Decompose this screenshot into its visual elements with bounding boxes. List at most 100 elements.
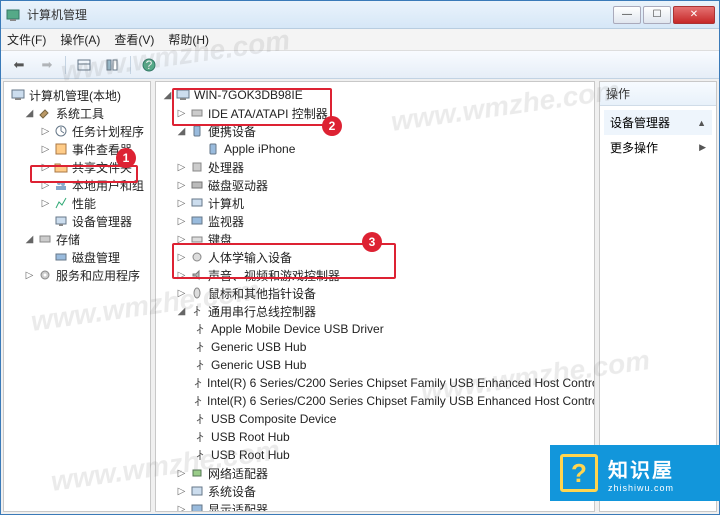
left-item-perf[interactable]: ▷性能 (6, 194, 148, 212)
dev-keyboard[interactable]: ▷键盘 (158, 230, 592, 248)
toolbar-btn-help[interactable]: ? (137, 54, 161, 76)
svg-text:?: ? (146, 58, 153, 72)
dev-display[interactable]: ▷显示适配器 (158, 500, 592, 512)
twisty-icon: ▷ (40, 180, 51, 191)
twisty-icon: ▷ (24, 270, 35, 281)
nav-fwd-button[interactable]: ➡ (35, 54, 59, 76)
tools-icon (37, 105, 53, 121)
usb-icon (192, 429, 208, 445)
window-title: 计算机管理 (27, 6, 611, 23)
dev-computer[interactable]: ▷计算机 (158, 194, 592, 212)
dev-usb-hub[interactable]: Generic USB Hub (158, 356, 592, 374)
twisty-icon: ▷ (40, 162, 51, 173)
ide-icon (189, 105, 205, 121)
storage-icon (37, 231, 53, 247)
twisty-icon: ▷ (40, 144, 51, 155)
left-item-event[interactable]: ▷事件查看器 (6, 140, 148, 158)
computer-icon (189, 195, 205, 211)
logo-question-icon: ? (560, 454, 598, 492)
close-button[interactable]: ✕ (673, 6, 715, 24)
actions-body: 设备管理器 ▲ 更多操作 ▶ (600, 106, 716, 164)
usb-icon (192, 447, 208, 463)
device-tree: ◢WIN-7GOK3DB98IE ▷IDE ATA/ATAPI 控制器 ◢便携设… (156, 82, 594, 512)
keyboard-icon (189, 231, 205, 247)
disk-icon (53, 249, 69, 265)
dev-system[interactable]: ▷系统设备 (158, 482, 592, 500)
toolbar-btn-1[interactable] (72, 54, 96, 76)
left-item-shared[interactable]: ▷共享文件夹 (6, 158, 148, 176)
maximize-button[interactable]: ☐ (643, 6, 671, 24)
dev-sound[interactable]: ▷声音、视频和游戏控制器 (158, 266, 592, 284)
menu-help[interactable]: 帮助(H) (168, 31, 209, 48)
zhishiwu-logo: ? 知识屋 zhishiwu.com (550, 445, 720, 501)
usb-icon (192, 393, 204, 409)
dev-usb-intel1[interactable]: Intel(R) 6 Series/C200 Series Chipset Fa… (158, 374, 592, 392)
dev-disk[interactable]: ▷磁盘驱动器 (158, 176, 592, 194)
actions-more[interactable]: 更多操作 ▶ (604, 135, 712, 160)
toolbar: ⬅ ➡ ? (1, 51, 719, 79)
dev-hid[interactable]: ▷人体学输入设备 (158, 248, 592, 266)
device-root[interactable]: ◢WIN-7GOK3DB98IE (158, 86, 592, 104)
left-group-storage[interactable]: ◢存储 (6, 230, 148, 248)
usb-icon (192, 411, 208, 427)
left-root[interactable]: 计算机管理(本地) (6, 86, 148, 104)
dev-usb-root[interactable]: USB Root Hub (158, 446, 592, 464)
left-pane: 计算机管理(本地) ◢系统工具 ▷任务计划程序 ▷事件查看器 ▷共享文件夹 ▷本… (3, 81, 151, 512)
left-group-services[interactable]: ▷服务和应用程序 (6, 266, 148, 284)
usb-icon (189, 303, 205, 319)
actions-header: 操作 (600, 82, 716, 106)
titlebar: 计算机管理 — ☐ ✕ (1, 1, 719, 29)
left-item-users[interactable]: ▷本地用户和组 (6, 176, 148, 194)
menu-view[interactable]: 查看(V) (114, 31, 154, 48)
chevron-up-icon[interactable]: ▲ (697, 118, 706, 128)
left-item-task[interactable]: ▷任务计划程序 (6, 122, 148, 140)
portable-icon (189, 123, 205, 139)
dev-portable[interactable]: ◢便携设备 (158, 122, 592, 140)
devmgr-icon (53, 213, 69, 229)
actions-section: 设备管理器 ▲ (604, 110, 712, 135)
dev-usb-intel2[interactable]: Intel(R) 6 Series/C200 Series Chipset Fa… (158, 392, 592, 410)
twisty-icon: ◢ (24, 108, 35, 119)
twisty-icon: ▷ (40, 198, 51, 209)
dev-monitor[interactable]: ▷监视器 (158, 212, 592, 230)
monitor-icon (189, 213, 205, 229)
left-tree: 计算机管理(本地) ◢系统工具 ▷任务计划程序 ▷事件查看器 ▷共享文件夹 ▷本… (4, 82, 150, 288)
mouse-icon (189, 285, 205, 301)
sound-icon (189, 267, 205, 283)
toolbar-sep (65, 56, 66, 74)
toolbar-sep (130, 56, 131, 74)
dev-ide[interactable]: ▷IDE ATA/ATAPI 控制器 (158, 104, 592, 122)
dev-network[interactable]: ▷网络适配器 (158, 464, 592, 482)
event-icon (53, 141, 69, 157)
usb-icon (192, 357, 208, 373)
dev-mouse[interactable]: ▷鼠标和其他指针设备 (158, 284, 592, 302)
perf-icon (53, 195, 69, 211)
minimize-button[interactable]: — (613, 6, 641, 24)
usb-icon (192, 339, 208, 355)
gear-icon (37, 267, 53, 283)
network-icon (189, 465, 205, 481)
left-group-systools[interactable]: ◢系统工具 (6, 104, 148, 122)
menubar: 文件(F) 操作(A) 查看(V) 帮助(H) (1, 29, 719, 51)
usb-icon (192, 375, 204, 391)
computer-icon (10, 87, 26, 103)
folder-icon (53, 159, 69, 175)
logo-url: zhishiwu.com (608, 483, 674, 493)
twisty-icon: ◢ (162, 90, 173, 101)
dev-usb-root[interactable]: USB Root Hub (158, 428, 592, 446)
dev-usb-composite[interactable]: USB Composite Device (158, 410, 592, 428)
menu-action[interactable]: 操作(A) (60, 31, 100, 48)
logo-name: 知识屋 (608, 454, 674, 483)
twisty-icon: ▷ (40, 126, 51, 137)
toolbar-btn-2[interactable] (100, 54, 124, 76)
left-item-devmgr[interactable]: 设备管理器 (6, 212, 148, 230)
menu-file[interactable]: 文件(F) (7, 31, 46, 48)
nav-back-button[interactable]: ⬅ (7, 54, 31, 76)
left-item-diskmgmt[interactable]: 磁盘管理 (6, 248, 148, 266)
chevron-right-icon: ▶ (699, 142, 706, 153)
dev-usb-ctrl[interactable]: ◢通用串行总线控制器 (158, 302, 592, 320)
dev-usb-apple[interactable]: Apple Mobile Device USB Driver (158, 320, 592, 338)
dev-usb-hub[interactable]: Generic USB Hub (158, 338, 592, 356)
dev-apple-iphone[interactable]: Apple iPhone (158, 140, 592, 158)
dev-cpu[interactable]: ▷处理器 (158, 158, 592, 176)
